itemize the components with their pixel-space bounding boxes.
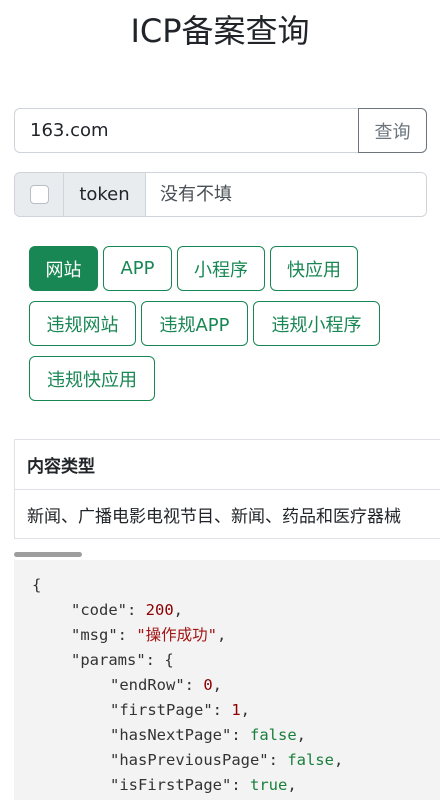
json-value: "操作成功" xyxy=(136,626,218,644)
search-group: 查询 xyxy=(14,108,427,153)
json-key: "msg" xyxy=(71,626,118,644)
type-button-mini-program[interactable]: 小程序 xyxy=(177,246,265,291)
table-cell-content-type: 新闻、广播电影电视节目、新闻、药品和医疗器械 xyxy=(15,490,440,539)
horizontal-scrollbar[interactable] xyxy=(14,552,82,557)
json-line: "firstPage": 1, xyxy=(110,701,251,719)
json-line: "msg": "操作成功", xyxy=(71,626,227,644)
type-button-violation-mini-program[interactable]: 违规小程序 xyxy=(253,301,380,346)
json-brace: { xyxy=(32,576,42,594)
json-key: "params" xyxy=(71,651,146,669)
json-brace: { xyxy=(164,651,174,669)
json-line: "params": { xyxy=(71,651,174,669)
json-value: 1 xyxy=(231,701,241,719)
type-button-violation-website[interactable]: 违规网站 xyxy=(29,301,136,346)
json-value: 0 xyxy=(203,676,213,694)
json-key: "hasPreviousPage" xyxy=(110,751,269,769)
token-checkbox[interactable] xyxy=(29,185,49,204)
json-line: "hasPreviousPage": false, xyxy=(110,751,344,769)
json-response-viewer: { "code": 200, "msg": "操作成功", "params": … xyxy=(14,560,440,800)
json-line: "isFirstPage": true, xyxy=(110,776,297,794)
query-button[interactable]: 查询 xyxy=(358,108,427,153)
type-button-violation-quick-app[interactable]: 违规快应用 xyxy=(29,356,155,401)
json-value: true xyxy=(250,776,288,794)
token-group: token xyxy=(14,172,427,217)
type-button-app[interactable]: APP xyxy=(103,246,172,291)
table-header-content-type: 内容类型 xyxy=(15,440,440,490)
json-key: "firstPage" xyxy=(110,701,213,719)
page-title: ICP备案查询 xyxy=(130,12,310,50)
token-checkbox-wrap xyxy=(15,173,64,216)
page: ICP备案查询 查询 token 网站 APP 小程序 快应用 违规网站 违规A… xyxy=(0,0,440,800)
json-line: "code": 200, xyxy=(71,601,184,619)
type-button-quick-app[interactable]: 快应用 xyxy=(270,246,358,291)
json-line: "hasNextPage": false, xyxy=(110,726,307,744)
type-button-website[interactable]: 网站 xyxy=(29,246,98,291)
json-line: { xyxy=(32,573,41,598)
token-label: token xyxy=(64,173,146,216)
result-table: 内容类型 新闻、广播电影电视节目、新闻、药品和医疗器械 xyxy=(14,439,440,539)
json-key: "hasNextPage" xyxy=(110,726,232,744)
token-input[interactable] xyxy=(146,173,426,216)
json-line: "endRow": 0, xyxy=(110,676,223,694)
json-key: "isFirstPage" xyxy=(110,776,232,794)
domain-search-input[interactable] xyxy=(14,108,358,153)
json-value: 200 xyxy=(145,601,174,619)
json-value: false xyxy=(250,726,297,744)
json-key: "code" xyxy=(71,601,127,619)
type-button-violation-app[interactable]: 违规APP xyxy=(141,301,248,346)
json-key: "endRow" xyxy=(110,676,185,694)
json-value: false xyxy=(287,751,334,769)
